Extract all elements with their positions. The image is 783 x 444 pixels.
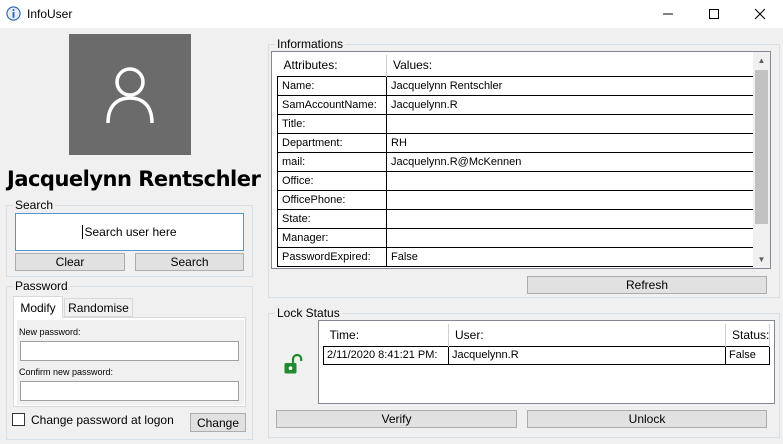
table-row[interactable]: Name: Jacquelynn Rentschler	[277, 75, 754, 96]
clear-button[interactable]: Clear	[15, 253, 125, 271]
attribute-cell[interactable]: Manager:	[277, 227, 387, 248]
value-cell[interactable]: RH	[386, 132, 754, 153]
new-password-field[interactable]	[20, 341, 239, 361]
search-placeholder: Search user here	[84, 225, 177, 239]
value-cell[interactable]	[386, 189, 754, 210]
search-button[interactable]: Search	[135, 253, 244, 271]
value-cell[interactable]	[386, 170, 754, 191]
attribute-cell[interactable]: Name:	[277, 75, 387, 96]
attribute-cell[interactable]: PasswordExpired:	[277, 246, 387, 267]
text-caret	[82, 225, 84, 239]
time-cell[interactable]: 2/11/2020 8:41:21 PM:	[323, 345, 449, 365]
minimize-button[interactable]	[645, 0, 691, 28]
column-header-time[interactable]: Time:	[323, 324, 449, 346]
value-cell[interactable]	[386, 227, 754, 248]
attribute-cell[interactable]: SamAccountName:	[277, 94, 387, 115]
user-silhouette-icon	[106, 66, 154, 123]
lock-grid-header-row: Time: User: Status:	[323, 324, 771, 346]
unlock-button[interactable]: Unlock	[527, 410, 767, 428]
table-row[interactable]: Manager:	[277, 227, 754, 248]
attribute-cell[interactable]: Department:	[277, 132, 387, 153]
column-header-attributes[interactable]: Attributes:	[277, 55, 387, 76]
minimize-icon	[663, 13, 673, 15]
table-row[interactable]: Title:	[277, 113, 754, 134]
table-row[interactable]: Office:	[277, 170, 754, 191]
table-row[interactable]: mail: Jacquelynn.R@McKennen	[277, 151, 754, 172]
change-at-logon-checkbox[interactable]	[12, 413, 25, 426]
scroll-up-arrow-icon[interactable]: ▲	[753, 52, 770, 69]
informations-group-label: Informations	[275, 37, 346, 51]
search-group-label: Search	[13, 198, 56, 212]
confirm-password-label: Confirm new password:	[19, 367, 114, 377]
attributes-grid[interactable]: Attributes: Values: Name: Jacquelynn Rent…	[271, 51, 771, 269]
maximize-icon	[709, 9, 719, 19]
value-cell[interactable]	[386, 113, 754, 134]
value-cell[interactable]: Jacquelynn.R@McKennen	[386, 151, 754, 172]
value-cell[interactable]: False	[386, 246, 754, 267]
refresh-button[interactable]: Refresh	[527, 276, 767, 294]
close-icon	[754, 8, 766, 20]
value-cell[interactable]: Jacquelynn.R	[386, 94, 754, 115]
attribute-cell[interactable]: mail:	[277, 151, 387, 172]
title-bar: InfoUser	[0, 0, 783, 28]
attributes-scrollbar[interactable]: ▲ ▼	[753, 52, 770, 268]
user-display-name: Jacquelynn Rentschler	[7, 167, 261, 191]
grid-header-row: Attributes: Values:	[277, 55, 754, 76]
status-cell[interactable]: False	[724, 345, 771, 365]
table-row[interactable]: OfficePhone:	[277, 189, 754, 210]
confirm-password-field[interactable]	[20, 381, 239, 401]
password-group-label: Password	[13, 279, 70, 293]
column-header-user[interactable]: User:	[448, 324, 726, 346]
info-icon	[6, 6, 21, 21]
user-cell[interactable]: Jacquelynn.R	[448, 345, 726, 365]
value-cell[interactable]	[386, 208, 754, 229]
column-header-values[interactable]: Values:	[386, 55, 754, 76]
verify-button[interactable]: Verify	[276, 410, 517, 428]
attribute-cell[interactable]: OfficePhone:	[277, 189, 387, 210]
window-title: InfoUser	[27, 7, 73, 21]
avatar	[69, 34, 191, 155]
scrollbar-thumb[interactable]	[755, 70, 768, 224]
close-button[interactable]	[737, 0, 783, 28]
attribute-cell[interactable]: Title:	[277, 113, 387, 134]
tab-modify[interactable]: Modify	[13, 296, 63, 318]
tab-randomise[interactable]: Randomise	[64, 298, 133, 317]
lock-status-group-label: Lock Status	[275, 306, 342, 320]
new-password-label: New password:	[19, 327, 81, 337]
scroll-down-arrow-icon[interactable]: ▼	[753, 251, 770, 268]
table-row[interactable]: State:	[277, 208, 754, 229]
maximize-button[interactable]	[691, 0, 737, 28]
lock-status-grid[interactable]: Time: User: Status: 2/11/2020 8:41:21 PM…	[318, 320, 775, 404]
table-row[interactable]: 2/11/2020 8:41:21 PM: Jacquelynn.R False	[323, 345, 771, 365]
table-row[interactable]: Department: RH	[277, 132, 754, 153]
table-row[interactable]: PasswordExpired: False	[277, 246, 754, 267]
table-row[interactable]: SamAccountName: Jacquelynn.R	[277, 94, 754, 115]
search-input[interactable]: Search user here	[15, 213, 244, 251]
value-cell[interactable]: Jacquelynn Rentschler	[386, 75, 754, 96]
change-password-button[interactable]: Change	[190, 413, 246, 432]
attribute-cell[interactable]: State:	[277, 208, 387, 229]
column-header-status[interactable]: Status:	[725, 324, 771, 346]
change-at-logon-label[interactable]: Change password at logon	[31, 413, 174, 427]
unlocked-padlock-icon	[284, 353, 303, 374]
attribute-cell[interactable]: Office:	[277, 170, 387, 191]
